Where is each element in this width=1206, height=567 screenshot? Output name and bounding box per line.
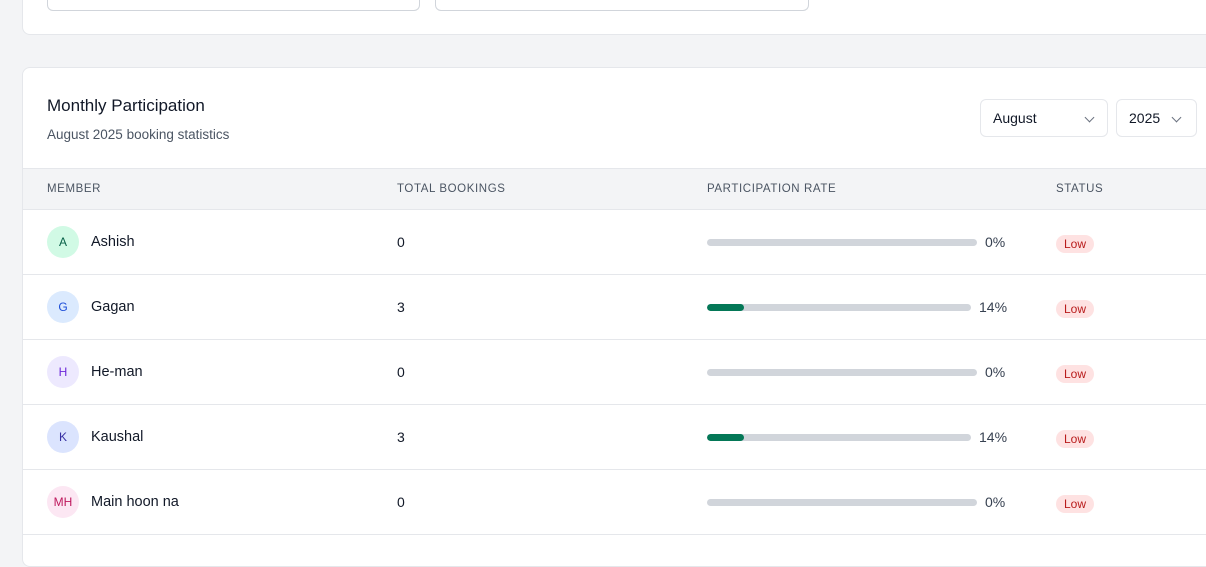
participation-rate: 0% [985,494,1006,510]
status-badge: Low [1056,495,1095,513]
card-subtitle: August 2025 booking statistics [47,127,230,142]
table-row: G Gagan 3 14% Low [23,275,1206,340]
status-badge: Low [1056,365,1095,383]
member-name: Ashish [91,234,135,250]
table-row: K Kaushal 3 14% Low [23,405,1206,470]
participation-bar [707,239,977,246]
table-row: H He-man 0 0% Low [23,340,1206,405]
header-total-bookings: TOTAL BOOKINGS [397,183,506,195]
participation-rate: 0% [985,364,1006,380]
status-badge: Low [1056,430,1095,448]
participation-bar-fill [707,304,744,311]
participation-bar [707,434,971,441]
total-bookings: 3 [397,429,405,445]
total-bookings: 0 [397,234,405,250]
member-name: Gagan [91,299,135,315]
participation-bar [707,304,971,311]
table-row: A Ashish 0 0% Low [23,210,1206,275]
chevron-down-icon [1084,112,1095,123]
status-badge: Low [1056,235,1095,253]
participation-rate: 14% [979,299,1008,315]
filter-card [22,0,1206,35]
avatar: H [47,356,79,388]
avatar: MH [47,486,79,518]
participation-rate: 14% [979,429,1008,445]
table-header: MEMBER TOTAL BOOKINGS PARTICIPATION RATE… [23,168,1206,210]
month-select[interactable]: August [980,99,1108,137]
total-bookings: 0 [397,364,405,380]
member-name: Kaushal [91,429,144,445]
monthly-participation-card: Monthly Participation August 2025 bookin… [22,67,1206,567]
participation-bar [707,499,977,506]
card-header: Monthly Participation August 2025 bookin… [23,68,1206,169]
header-status: STATUS [1056,183,1104,195]
filter-input-2[interactable] [435,0,809,11]
year-select-value: 2025 [1129,110,1161,126]
header-participation-rate: PARTICIPATION RATE [707,183,837,195]
participation-rate: 0% [985,234,1006,250]
member-name: He-man [91,364,143,380]
card-title: Monthly Participation [47,96,205,115]
member-name: Main hoon na [91,494,179,510]
participation-bar-fill [707,434,744,441]
table-row: MH Main hoon na 0 0% Low [23,470,1206,535]
total-bookings: 0 [397,494,405,510]
avatar: A [47,226,79,258]
year-select[interactable]: 2025 [1116,99,1197,137]
month-select-value: August [993,110,1037,126]
chevron-down-icon [1171,112,1182,123]
filter-input-1[interactable] [47,0,420,11]
participation-bar [707,369,977,376]
avatar: K [47,421,79,453]
avatar: G [47,291,79,323]
total-bookings: 3 [397,299,405,315]
status-badge: Low [1056,300,1095,318]
header-member: MEMBER [47,183,102,195]
